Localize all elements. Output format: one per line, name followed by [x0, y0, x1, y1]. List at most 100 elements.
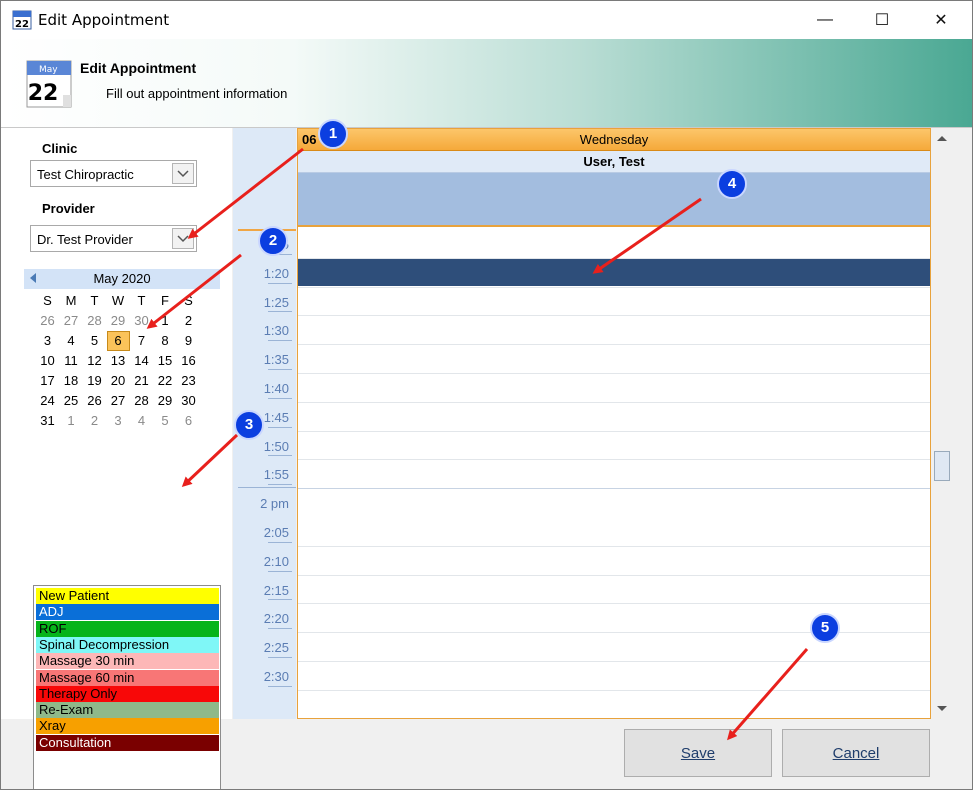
- legend-item[interactable]: Consultation: [36, 734, 219, 751]
- calendar-day[interactable]: 29: [154, 391, 177, 411]
- calendar-day[interactable]: 4: [60, 331, 83, 351]
- calendar-day[interactable]: 30: [177, 391, 200, 411]
- save-button[interactable]: Save: [624, 729, 772, 777]
- calendar-day[interactable]: 30: [130, 311, 153, 331]
- time-label: 2:20: [263, 611, 289, 627]
- calendar-day[interactable]: 3: [107, 411, 130, 431]
- calendar-day[interactable]: 1: [60, 411, 83, 431]
- month-calendar: May 2020 S M T W T F S 26 27 28 29 30 1 2 3 4 5 6 7 8 9 10 11 1…: [24, 269, 220, 431]
- calendar-day[interactable]: 15: [154, 351, 177, 371]
- calendar-day[interactable]: 2: [83, 411, 106, 431]
- legend-item[interactable]: Massage 30 min: [36, 653, 219, 670]
- calendar-day[interactable]: 1: [154, 311, 177, 331]
- calendar-day[interactable]: 13: [107, 351, 130, 371]
- legend-item[interactable]: Re-Exam: [36, 702, 219, 719]
- calendar-icon-month: May: [39, 65, 58, 75]
- calendar-day[interactable]: 24: [36, 391, 59, 411]
- time-slot-line: [298, 661, 930, 662]
- time-slot-line: [298, 344, 930, 346]
- calendar-day[interactable]: 10: [36, 351, 59, 371]
- calendar-day[interactable]: 4: [130, 411, 153, 431]
- legend-item[interactable]: Spinal Decompression: [36, 636, 219, 653]
- provider-dropdown-button[interactable]: [172, 228, 194, 249]
- header-title: Edit Appointment: [80, 60, 197, 76]
- time-label: 1:55: [263, 467, 289, 483]
- time-slot-line: [298, 603, 930, 605]
- provider-select-value: Dr. Test Provider: [37, 232, 133, 247]
- callout-badge-2: 2: [258, 226, 288, 256]
- time-label: 1:25: [263, 294, 289, 310]
- time-tick: [268, 340, 292, 342]
- app-icon-day: 22: [15, 19, 29, 30]
- appointment-type-legend: New Patient ADJ ROF Spinal Decompression Mas…: [33, 585, 221, 789]
- clinic-select[interactable]: Test Chiropractic: [30, 160, 197, 187]
- scroll-down-icon[interactable]: [937, 706, 947, 711]
- dialog-header: May 22 Edit Appointment Fill out appoint…: [1, 39, 972, 128]
- calendar-day[interactable]: 6: [177, 411, 200, 431]
- legend-item[interactable]: ADJ: [36, 604, 219, 621]
- calendar-day[interactable]: 17: [36, 371, 59, 391]
- calendar-day[interactable]: 27: [107, 391, 130, 411]
- clinic-label: Clinic: [42, 141, 78, 156]
- time-tick: [268, 685, 292, 687]
- time-tick: [268, 657, 292, 658]
- time-label: 2:25: [263, 640, 289, 656]
- maximize-button[interactable]: ☐: [859, 1, 905, 39]
- calendar-day[interactable]: 14: [130, 351, 153, 371]
- legend-item[interactable]: Therapy Only: [36, 685, 219, 702]
- calendar-day[interactable]: 25: [60, 391, 83, 411]
- scroll-thumb[interactable]: [934, 451, 950, 481]
- clinic-select-value: Test Chiropractic: [37, 167, 134, 182]
- legend-item[interactable]: ROF: [36, 620, 219, 637]
- calendar-day[interactable]: 26: [36, 311, 59, 331]
- cancel-button[interactable]: Cancel: [782, 729, 930, 777]
- calendar-day[interactable]: 29: [107, 311, 130, 331]
- window-title: Edit Appointment: [38, 11, 170, 29]
- provider-select[interactable]: Dr. Test Provider: [30, 225, 197, 252]
- minimize-button[interactable]: —: [802, 1, 848, 39]
- calendar-day[interactable]: 5: [83, 331, 106, 351]
- legend-item[interactable]: Massage 60 min: [36, 669, 219, 686]
- schedule-scrollbar[interactable]: [932, 128, 952, 719]
- calendar-day[interactable]: 16: [177, 351, 200, 371]
- calendar-day[interactable]: 21: [130, 371, 153, 391]
- selected-time-slot[interactable]: [298, 259, 930, 286]
- calendar-day[interactable]: 19: [83, 371, 106, 391]
- calendar-day[interactable]: 26: [83, 391, 106, 411]
- calendar-day[interactable]: 22: [154, 371, 177, 391]
- calendar-day[interactable]: 18: [60, 371, 83, 391]
- calendar-day[interactable]: 31: [36, 411, 59, 431]
- calendar-day[interactable]: 2: [177, 311, 200, 331]
- clinic-dropdown-button[interactable]: [172, 163, 194, 184]
- time-label: 1:20: [263, 265, 289, 281]
- callout-badge-4: 4: [717, 169, 747, 199]
- calendar-day[interactable]: 28: [130, 391, 153, 411]
- chevron-down-icon: [177, 170, 189, 178]
- calendar-day[interactable]: 7: [130, 331, 153, 351]
- calendar-day[interactable]: 12: [83, 351, 106, 371]
- time-tick: [268, 311, 292, 313]
- calendar-day[interactable]: 3: [36, 331, 59, 351]
- time-tick: [268, 426, 292, 428]
- scroll-up-icon[interactable]: [937, 136, 947, 141]
- calendar-day[interactable]: 28: [83, 311, 106, 331]
- calendar-day[interactable]: 23: [177, 371, 200, 391]
- weekday-header: F: [161, 293, 169, 308]
- calendar-day[interactable]: 27: [60, 311, 83, 331]
- time-slot-line: [298, 574, 930, 576]
- legend-item[interactable]: New Patient: [36, 588, 219, 604]
- time-tick: [268, 369, 292, 370]
- calendar-day[interactable]: 6: [106, 331, 130, 351]
- calendar-day[interactable]: 9: [177, 331, 200, 351]
- time-slot-line: [298, 257, 930, 259]
- calendar-day[interactable]: 5: [154, 411, 177, 431]
- time-tick: [268, 397, 292, 399]
- calendar-day[interactable]: 11: [60, 351, 83, 371]
- calendar-day[interactable]: 20: [107, 371, 130, 391]
- weekday-header: T: [90, 293, 99, 308]
- calendar-day[interactable]: 8: [154, 331, 177, 351]
- time-tick: [268, 570, 292, 572]
- close-button[interactable]: ✕: [918, 1, 964, 39]
- all-day-area[interactable]: [298, 173, 930, 227]
- legend-item[interactable]: Xray: [36, 718, 219, 735]
